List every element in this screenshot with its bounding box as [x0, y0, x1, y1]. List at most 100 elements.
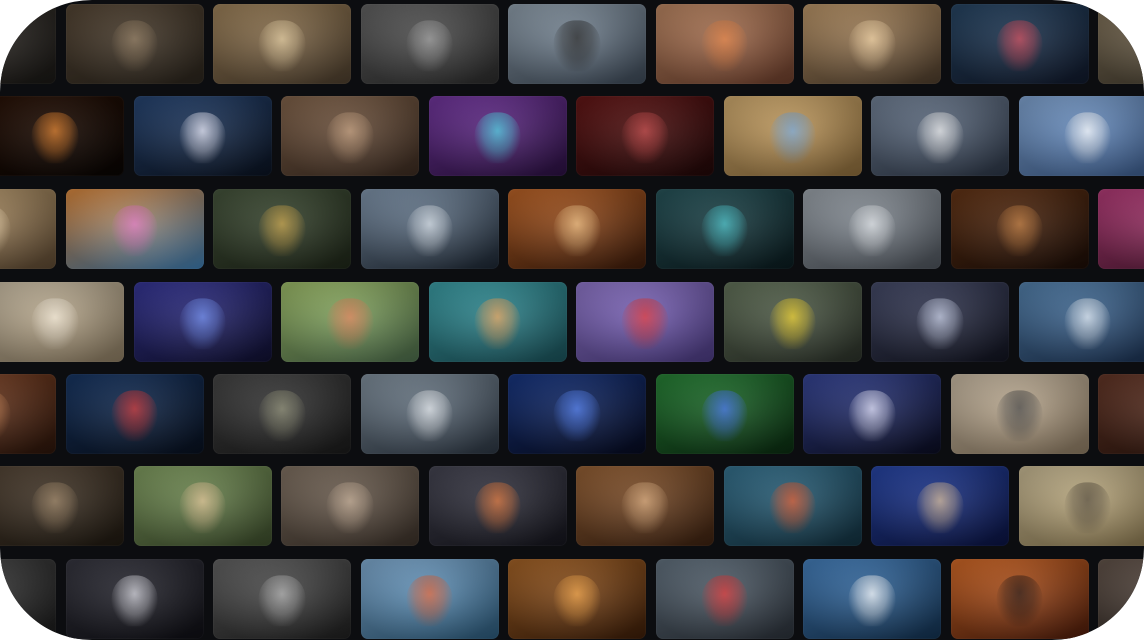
- thumbnail-canoe-mountain-lake[interactable]: [723, 466, 862, 546]
- thumbnail-astronaut-desert[interactable]: [576, 466, 714, 546]
- thumbnail-vignette: [508, 559, 646, 639]
- thumbnail-vignette: [1098, 559, 1144, 639]
- thumbnail-astronaut-teal-light[interactable]: [655, 189, 794, 269]
- thumbnail-vignette: [0, 559, 56, 639]
- thumbnail-woman-looking-at-sea-animated[interactable]: [281, 282, 419, 362]
- thumbnail-vignette: [655, 559, 794, 639]
- thumbnail-vignette: [576, 96, 714, 176]
- thumbnail-skateboarder-city[interactable]: [508, 4, 646, 84]
- thumbnail-vignette: [281, 282, 419, 362]
- thumbnail-vignette: [428, 282, 567, 362]
- thumbnail-vignette: [803, 4, 941, 84]
- thumbnail-news-studio-interview[interactable]: [133, 282, 272, 362]
- thumbnail-haunted-house[interactable]: [360, 189, 499, 269]
- thumbnail-drummer-red-stage[interactable]: [576, 96, 714, 176]
- thumbnail-partial-tile[interactable]: [0, 374, 56, 454]
- thumbnail-golden-retriever[interactable]: [0, 282, 124, 362]
- thumbnail-vignette: [281, 466, 419, 546]
- thumbnail-baseball-batter[interactable]: [871, 96, 1009, 176]
- thumbnail-old-house-interior[interactable]: [65, 4, 204, 84]
- thumbnail-vignette: [213, 559, 351, 639]
- thumbnail-vignette: [1098, 374, 1144, 454]
- thumbnail-violinist-closeup[interactable]: [950, 189, 1089, 269]
- thumbnail-vignette: [360, 374, 499, 454]
- thumbnail-surfer-wave[interactable]: [1018, 282, 1144, 362]
- thumbnail-vignette: [871, 282, 1009, 362]
- image-mosaic: [0, 0, 1144, 640]
- thumbnail-fantasy-battle[interactable]: [213, 559, 351, 639]
- mosaic-row-5: [0, 374, 1144, 454]
- thumbnail-concert-stage-purple[interactable]: [428, 96, 567, 176]
- mosaic-row-1: [0, 4, 1144, 84]
- thumbnail-friends-on-couch[interactable]: [281, 96, 419, 176]
- thumbnail-colorful-robot-figure[interactable]: [65, 189, 204, 269]
- thumbnail-partial-tile[interactable]: [1098, 189, 1144, 269]
- thumbnail-concert-crowd-lights[interactable]: [803, 374, 941, 454]
- thumbnail-person-with-drone-monochrome[interactable]: [360, 4, 499, 84]
- thumbnail-jet-ski-waves[interactable]: [360, 559, 499, 639]
- thumbnail-airplane-storm-clouds[interactable]: [360, 374, 499, 454]
- thumbnail-black-cat[interactable]: [213, 374, 351, 454]
- thumbnail-vignette: [508, 374, 646, 454]
- thumbnail-guitarist-blue-light[interactable]: [871, 466, 1009, 546]
- thumbnail-vignette: [950, 4, 1089, 84]
- thumbnail-medieval-warrior[interactable]: [0, 466, 124, 546]
- thumbnail-vignette: [655, 374, 794, 454]
- thumbnail-man-on-bench-field[interactable]: [213, 189, 351, 269]
- thumbnail-cheetah-savanna[interactable]: [723, 96, 862, 176]
- thumbnail-satellite-over-earth[interactable]: [133, 96, 272, 176]
- thumbnail-glass-roof-arcade[interactable]: [0, 189, 56, 269]
- thumbnail-person-walking-beach[interactable]: [950, 374, 1089, 454]
- thumbnail-partial-tile[interactable]: [1098, 4, 1144, 84]
- thumbnail-couple-sunset-lake[interactable]: [803, 4, 941, 84]
- mosaic-row-6: [0, 466, 1144, 546]
- thumbnail-vignette: [1098, 4, 1144, 84]
- mosaic-row-2: [0, 96, 1144, 176]
- thumbnail-red-sports-car[interactable]: [65, 374, 204, 454]
- thumbnail-black-hole-ring[interactable]: [0, 96, 124, 176]
- thumbnail-vignette: [281, 96, 419, 176]
- thumbnail-partial-tile[interactable]: [0, 559, 56, 639]
- thumbnail-winged-figure-sunset[interactable]: [950, 559, 1089, 639]
- thumbnail-vignette: [871, 466, 1009, 546]
- thumbnail-vignette: [803, 559, 941, 639]
- thumbnail-singer-orange-light[interactable]: [508, 189, 646, 269]
- thumbnail-kids-with-pumpkin[interactable]: [655, 4, 794, 84]
- thumbnail-crowd-of-people[interactable]: [281, 466, 419, 546]
- thumbnail-food-table-overhead[interactable]: [428, 282, 567, 362]
- thumbnail-neon-city-street[interactable]: [950, 4, 1089, 84]
- thumbnail-vignette: [133, 466, 272, 546]
- thumbnail-partial-tile[interactable]: [0, 4, 56, 84]
- thumbnail-blue-baby-dragon[interactable]: [655, 374, 794, 454]
- thumbnail-soccer-players[interactable]: [723, 282, 862, 362]
- thumbnail-vignette: [360, 559, 499, 639]
- thumbnail-partial-tile[interactable]: [1098, 374, 1144, 454]
- thumbnail-speaker-blue-light[interactable]: [508, 374, 646, 454]
- mosaic-row-3: [0, 189, 1144, 269]
- thumbnail-vignette: [360, 189, 499, 269]
- thumbnail-vignette: [655, 4, 794, 84]
- thumbnail-family-on-beach[interactable]: [1018, 466, 1144, 546]
- thumbnail-race-cars-track[interactable]: [655, 559, 794, 639]
- thumbnail-vignette: [950, 559, 1089, 639]
- thumbnail-vignette: [1098, 189, 1144, 269]
- thumbnail-vignette: [723, 466, 862, 546]
- thumbnail-vignette: [871, 96, 1009, 176]
- thumbnail-group-dark-poster[interactable]: [65, 559, 204, 639]
- thumbnail-vignette: [950, 374, 1089, 454]
- thumbnail-vignette: [65, 559, 204, 639]
- mosaic-row-4: [0, 282, 1144, 362]
- thumbnail-two-women-cheering[interactable]: [576, 282, 714, 362]
- thumbnail-soldier-explosion[interactable]: [508, 559, 646, 639]
- thumbnail-family-with-dog-in-car-trunk[interactable]: [213, 4, 351, 84]
- thumbnail-robot-on-moon[interactable]: [871, 282, 1009, 362]
- thumbnail-photographer-city-skyline[interactable]: [803, 189, 941, 269]
- thumbnail-vignette: [133, 96, 272, 176]
- thumbnail-city-explosion-night[interactable]: [428, 466, 567, 546]
- thumbnail-vignette: [0, 374, 56, 454]
- thumbnail-greek-church-blue-dome[interactable]: [1018, 96, 1144, 176]
- thumbnail-breakdancer-park[interactable]: [133, 466, 272, 546]
- thumbnail-speedboat-ocean[interactable]: [803, 559, 941, 639]
- thumbnail-vignette: [0, 4, 56, 84]
- thumbnail-partial-tile[interactable]: [1098, 559, 1144, 639]
